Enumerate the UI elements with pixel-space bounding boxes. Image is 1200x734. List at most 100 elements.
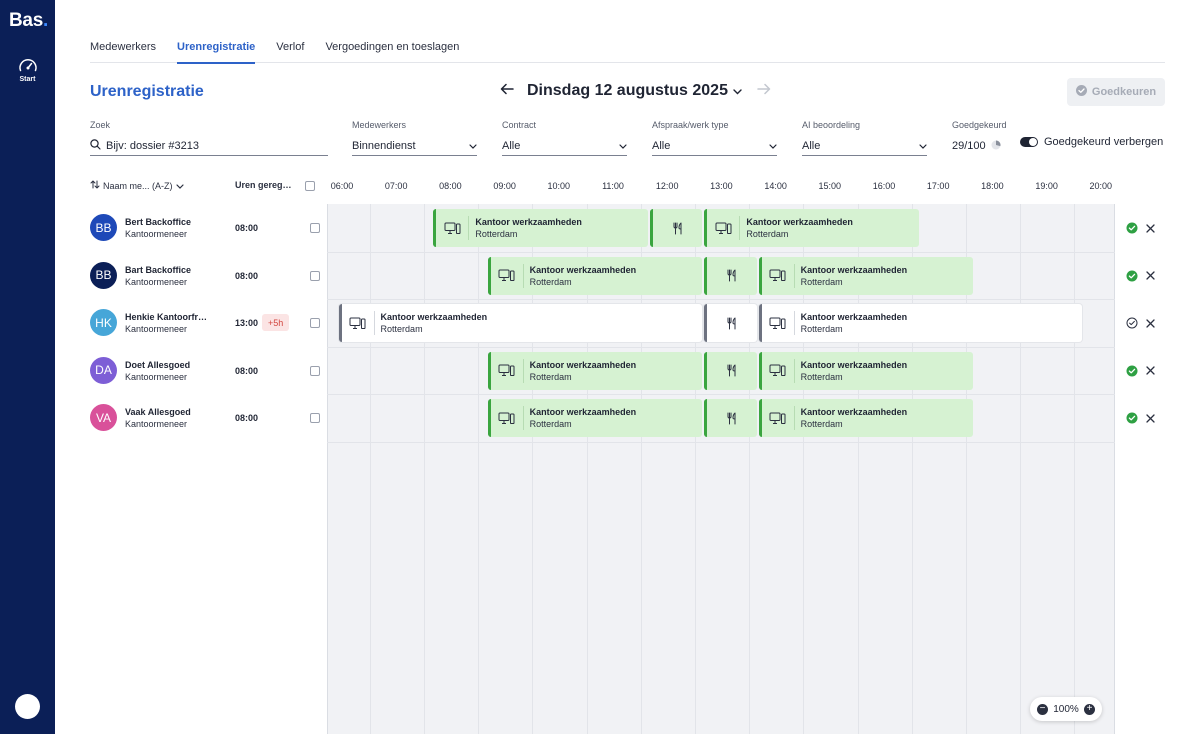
- chevron-down-icon: [619, 140, 627, 152]
- tab-vergoedingen[interactable]: Vergoedingen en toeslagen: [325, 41, 459, 63]
- block-location: Rotterdam: [380, 324, 423, 334]
- approved-count: Goedgekeurd 29/100: [952, 120, 1007, 156]
- work-block[interactable]: Kantoor werkzaamheden Rotterdam: [758, 351, 974, 390]
- check-circle-icon: [1126, 270, 1138, 282]
- zoom-out-button[interactable]: −: [1037, 703, 1048, 715]
- work-block[interactable]: Kantoor werkzaamheden Rotterdam: [487, 351, 703, 390]
- tab-medewerkers[interactable]: Medewerkers: [90, 41, 156, 63]
- break-block[interactable]: [704, 399, 757, 437]
- approve-row-button[interactable]: [1126, 317, 1138, 329]
- break-block[interactable]: [704, 256, 757, 295]
- next-day-button[interactable]: [756, 80, 772, 102]
- block-title: Kantoor werkzaamheden: [800, 359, 908, 370]
- contract-select[interactable]: Alle: [502, 136, 627, 156]
- nav-start[interactable]: Start: [0, 57, 55, 83]
- block-location: Rotterdam: [529, 371, 572, 382]
- chevron-down-icon: [733, 82, 742, 100]
- break-block[interactable]: [650, 209, 703, 247]
- tab-verlof[interactable]: Verlof: [276, 41, 304, 63]
- reject-row-button[interactable]: [1144, 270, 1156, 282]
- work-block[interactable]: Kantoor werkzaamheden Rotterdam: [704, 209, 920, 247]
- row-checkbox[interactable]: [310, 270, 320, 281]
- reject-row-button[interactable]: [1144, 365, 1156, 377]
- work-block[interactable]: Kantoor werkzaamheden Rotterdam: [433, 209, 649, 247]
- hour-gridline: [478, 204, 480, 734]
- employees-select-value: Binnendienst: [352, 139, 416, 152]
- chevron-down-icon: [919, 140, 927, 152]
- toggle-switch[interactable]: [1020, 137, 1038, 147]
- tab-urenregistratie[interactable]: Urenregistratie: [177, 41, 256, 64]
- cutlery-icon: [672, 222, 684, 235]
- cutlery-icon: [726, 364, 738, 377]
- hour-label: 11:00: [602, 181, 624, 191]
- work-block[interactable]: Kantoor werkzaamheden Rotterdam: [487, 256, 703, 295]
- work-block[interactable]: Kantoor werkzaamheden Rotterdam: [338, 304, 703, 342]
- block-separator: [522, 358, 524, 383]
- minus-icon: −: [1039, 703, 1046, 714]
- row-checkbox[interactable]: [310, 365, 320, 376]
- computer-icon: [491, 412, 523, 425]
- arrow-left-icon: [500, 82, 514, 100]
- search-input[interactable]: [106, 139, 321, 152]
- select-all-checkbox[interactable]: [305, 181, 315, 191]
- search-icon: [90, 138, 101, 153]
- approve-row-button[interactable]: [1126, 365, 1138, 377]
- search-filter: Zoek: [90, 120, 328, 156]
- hour-label: 09:00: [493, 181, 516, 191]
- reject-row-button[interactable]: [1144, 222, 1156, 234]
- reject-row-button[interactable]: [1144, 412, 1156, 424]
- row-divider: [327, 346, 1115, 348]
- user-avatar[interactable]: [15, 694, 40, 719]
- hide-approved-toggle[interactable]: Goedgekeurd verbergen: [1020, 136, 1163, 148]
- close-icon: [1145, 366, 1155, 375]
- hide-approved-label: Goedgekeurd verbergen: [1044, 136, 1164, 148]
- zoom-level: 100%: [1053, 703, 1079, 715]
- previous-day-button[interactable]: [499, 80, 515, 102]
- hour-label: 13:00: [710, 181, 733, 191]
- block-location: Rotterdam: [529, 276, 572, 287]
- approve-row-button[interactable]: [1126, 222, 1138, 234]
- employee-name[interactable]: Bart Backoffice: [125, 265, 210, 275]
- employees-select[interactable]: Binnendienst: [352, 136, 477, 156]
- zoom-in-button[interactable]: +: [1083, 703, 1095, 715]
- reject-row-button[interactable]: [1144, 317, 1156, 329]
- search-box: [90, 136, 328, 156]
- work-block[interactable]: Kantoor werkzaamheden Rotterdam: [487, 399, 703, 437]
- bas-logo[interactable]: Bas.: [9, 10, 48, 32]
- employee-name[interactable]: Bert Backoffice: [125, 217, 210, 227]
- sort-icon: [90, 180, 100, 191]
- row-checkbox[interactable]: [310, 413, 320, 423]
- break-block[interactable]: [704, 304, 757, 342]
- cutlery-icon: [726, 269, 738, 282]
- employee-name[interactable]: Vaak Allesgoed: [125, 407, 210, 417]
- computer-icon: [491, 364, 523, 377]
- work-block[interactable]: Kantoor werkzaamheden Rotterdam: [758, 304, 1082, 342]
- row-checkbox[interactable]: [310, 223, 320, 233]
- row-checkbox[interactable]: [310, 318, 320, 328]
- break-block[interactable]: [704, 351, 757, 390]
- registered-hours: 08:00: [235, 270, 259, 281]
- approve-row-button[interactable]: [1126, 412, 1138, 424]
- employee-name[interactable]: Henkie Kantoorfreak: [125, 312, 210, 322]
- block-separator: [793, 358, 795, 383]
- employee-name[interactable]: Doet Allesgoed: [125, 360, 210, 370]
- work-block[interactable]: Kantoor werkzaamheden Rotterdam: [758, 399, 974, 437]
- work-block[interactable]: Kantoor werkzaamheden Rotterdam: [758, 256, 974, 295]
- date-picker-toggle[interactable]: [733, 82, 742, 100]
- block-title: Kantoor werkzaamheden: [800, 264, 908, 275]
- computer-icon: [491, 269, 523, 282]
- current-date: Dinsdag 12 augustus 2025: [527, 82, 728, 99]
- block-separator: [793, 311, 795, 335]
- approve-button[interactable]: Goedkeuren: [1067, 78, 1165, 106]
- chevron-down-icon: [469, 140, 477, 152]
- close-icon: [1145, 413, 1155, 423]
- approve-row-button[interactable]: [1126, 270, 1138, 282]
- sort-by-name[interactable]: Naam me... (A-Z): [90, 180, 184, 191]
- block-separator: [468, 216, 470, 240]
- appointment-type-select[interactable]: Alle: [652, 136, 777, 156]
- check-circle-icon: [1126, 365, 1138, 377]
- pie-progress-icon: [991, 140, 1001, 153]
- hour-label: 19:00: [1035, 181, 1058, 191]
- hour-label: 20:00: [1089, 181, 1113, 191]
- ai-rating-select[interactable]: Alle: [802, 136, 927, 156]
